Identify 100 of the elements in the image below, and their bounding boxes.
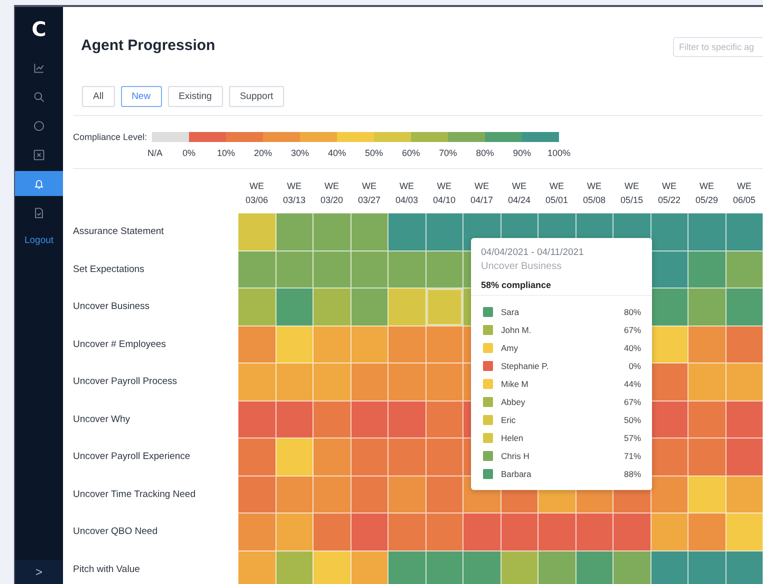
heatmap-cell[interactable] bbox=[313, 250, 350, 288]
heatmap-cell[interactable] bbox=[500, 513, 538, 550]
heatmap-cell[interactable] bbox=[426, 438, 463, 476]
filter-field[interactable]: Filter to specific ag bbox=[673, 37, 763, 57]
heatmap-cell[interactable] bbox=[350, 288, 388, 326]
heatmap-cell[interactable] bbox=[388, 438, 426, 476]
heatmap-cell[interactable] bbox=[350, 476, 388, 513]
heatmap-cell[interactable] bbox=[238, 213, 276, 250]
heatmap-cell[interactable] bbox=[350, 400, 388, 438]
heatmap-cell[interactable] bbox=[426, 213, 463, 250]
heatmap-cell[interactable] bbox=[350, 438, 388, 476]
filter-tab[interactable]: All bbox=[82, 86, 115, 107]
heatmap-cell[interactable] bbox=[238, 326, 276, 363]
heatmap-cell[interactable] bbox=[276, 400, 313, 438]
heatmap-cell[interactable] bbox=[313, 288, 350, 326]
logout-link[interactable]: Logout bbox=[24, 235, 54, 246]
heatmap-cell[interactable] bbox=[276, 288, 313, 326]
heatmap-cell[interactable] bbox=[388, 288, 426, 326]
heatmap-cell[interactable] bbox=[313, 400, 350, 438]
heatmap-cell[interactable] bbox=[613, 513, 650, 550]
heatmap-cell[interactable] bbox=[276, 363, 313, 400]
heatmap-cell[interactable] bbox=[650, 326, 688, 363]
heatmap-cell[interactable] bbox=[388, 400, 426, 438]
heatmap-cell[interactable] bbox=[238, 550, 276, 584]
heatmap-cell[interactable] bbox=[650, 288, 688, 326]
nav-item[interactable] bbox=[15, 171, 63, 196]
heatmap-cell[interactable] bbox=[426, 326, 463, 363]
heatmap-cell[interactable] bbox=[688, 400, 726, 438]
heatmap-cell[interactable] bbox=[388, 326, 426, 363]
heatmap-cell[interactable] bbox=[650, 363, 688, 400]
heatmap-cell[interactable] bbox=[313, 550, 350, 584]
heatmap-cell[interactable] bbox=[576, 550, 613, 584]
heatmap-cell[interactable] bbox=[688, 250, 726, 288]
heatmap-cell[interactable] bbox=[688, 438, 726, 476]
heatmap-cell[interactable] bbox=[426, 476, 463, 513]
heatmap-cell[interactable] bbox=[726, 326, 763, 363]
heatmap-cell[interactable] bbox=[388, 363, 426, 400]
heatmap-cell[interactable] bbox=[688, 213, 726, 250]
heatmap-cell[interactable] bbox=[388, 213, 426, 250]
heatmap-cell[interactable] bbox=[726, 400, 763, 438]
heatmap-cell[interactable] bbox=[650, 476, 688, 513]
heatmap-cell[interactable] bbox=[238, 513, 276, 550]
heatmap-cell[interactable] bbox=[350, 363, 388, 400]
app-logo[interactable]: C bbox=[15, 9, 63, 49]
heatmap-cell[interactable] bbox=[538, 550, 576, 584]
heatmap-cell[interactable] bbox=[726, 363, 763, 400]
heatmap-cell[interactable] bbox=[726, 476, 763, 513]
heatmap-cell[interactable] bbox=[538, 513, 576, 550]
filter-tab[interactable]: New bbox=[120, 86, 162, 107]
heatmap-cell[interactable] bbox=[313, 363, 350, 400]
heatmap-cell[interactable] bbox=[426, 513, 463, 550]
heatmap-cell[interactable] bbox=[726, 213, 763, 250]
heatmap-cell[interactable] bbox=[388, 513, 426, 550]
heatmap-cell[interactable] bbox=[688, 288, 726, 326]
heatmap-cell[interactable] bbox=[276, 476, 313, 513]
heatmap-cell[interactable] bbox=[388, 476, 426, 513]
heatmap-cell[interactable] bbox=[350, 326, 388, 363]
heatmap-cell[interactable] bbox=[350, 213, 388, 250]
heatmap-cell[interactable] bbox=[276, 550, 313, 584]
heatmap-cell[interactable] bbox=[276, 513, 313, 550]
heatmap-cell[interactable] bbox=[650, 400, 688, 438]
heatmap-cell[interactable] bbox=[726, 438, 763, 476]
heatmap-cell[interactable] bbox=[276, 326, 313, 363]
heatmap-cell[interactable] bbox=[688, 513, 726, 550]
heatmap-cell[interactable] bbox=[613, 550, 650, 584]
heatmap-cell[interactable] bbox=[576, 513, 613, 550]
heatmap-cell[interactable] bbox=[688, 476, 726, 513]
heatmap-cell[interactable] bbox=[313, 476, 350, 513]
heatmap-cell[interactable] bbox=[688, 550, 726, 584]
heatmap-cell[interactable] bbox=[238, 288, 276, 326]
heatmap-cell[interactable] bbox=[276, 213, 313, 250]
heatmap-cell[interactable] bbox=[276, 250, 313, 288]
heatmap-cell[interactable] bbox=[426, 363, 463, 400]
heatmap-cell[interactable] bbox=[350, 513, 388, 550]
heatmap-cell[interactable] bbox=[276, 438, 313, 476]
heatmap-cell[interactable] bbox=[726, 288, 763, 326]
heatmap-cell[interactable] bbox=[650, 513, 688, 550]
heatmap-cell[interactable] bbox=[388, 550, 426, 584]
heatmap-cell[interactable] bbox=[238, 363, 276, 400]
heatmap-cell[interactable] bbox=[650, 250, 688, 288]
heatmap-cell[interactable] bbox=[426, 250, 463, 288]
heatmap-cell[interactable] bbox=[650, 550, 688, 584]
heatmap-cell[interactable] bbox=[350, 550, 388, 584]
heatmap-cell[interactable] bbox=[426, 550, 463, 584]
heatmap-cell[interactable] bbox=[726, 550, 763, 584]
heatmap-cell[interactable] bbox=[500, 550, 538, 584]
heatmap-cell[interactable] bbox=[388, 250, 426, 288]
heatmap-cell[interactable] bbox=[463, 550, 500, 584]
heatmap-cell[interactable] bbox=[238, 476, 276, 513]
filter-tab[interactable]: Existing bbox=[168, 86, 223, 107]
heatmap-cell[interactable] bbox=[426, 400, 463, 438]
heatmap-cell[interactable] bbox=[238, 438, 276, 476]
heatmap-cell[interactable] bbox=[688, 326, 726, 363]
heatmap-cell[interactable] bbox=[726, 250, 763, 288]
heatmap-cell[interactable] bbox=[313, 438, 350, 476]
heatmap-cell[interactable] bbox=[688, 363, 726, 400]
heatmap-cell[interactable] bbox=[238, 400, 276, 438]
heatmap-cell[interactable] bbox=[650, 438, 688, 476]
heatmap-cell[interactable] bbox=[463, 513, 500, 550]
heatmap-cell[interactable] bbox=[238, 250, 276, 288]
